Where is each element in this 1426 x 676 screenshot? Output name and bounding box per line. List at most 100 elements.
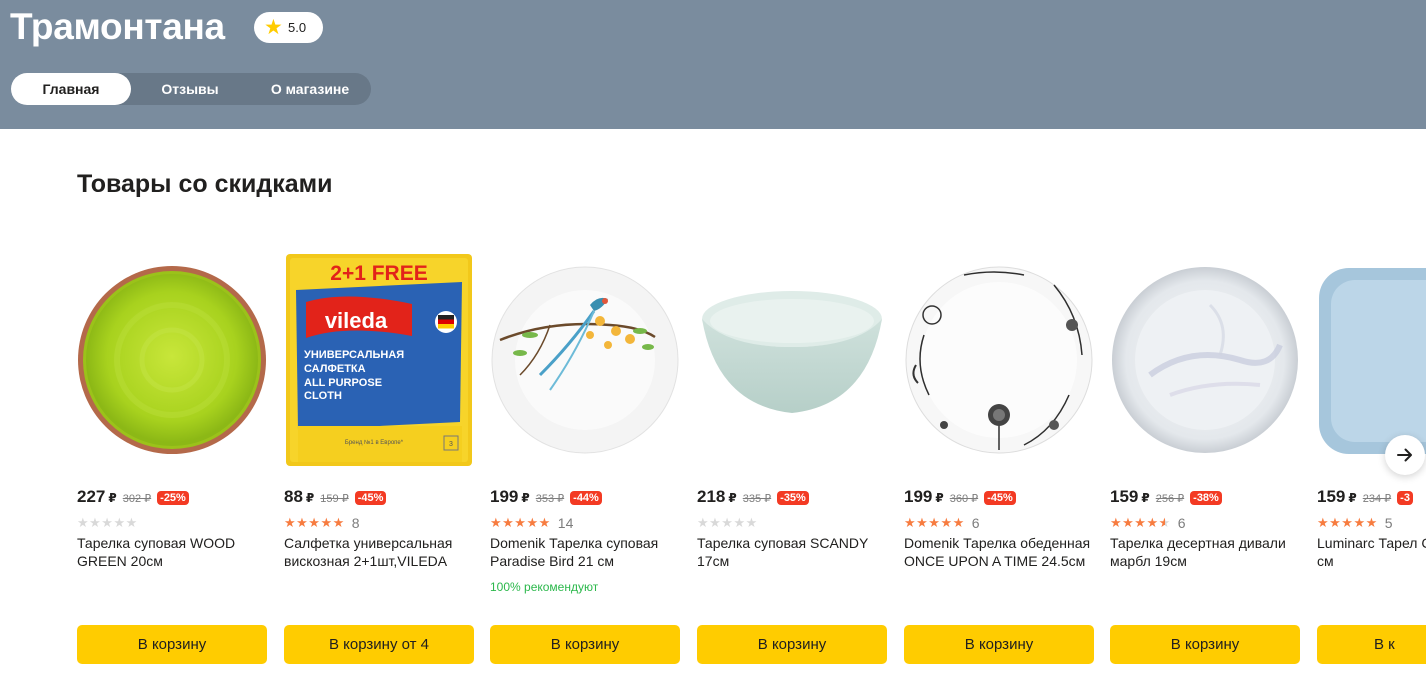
promo-text: 2+1 FREE [330,262,427,285]
product-name[interactable]: Тарелка суповая WOOD GREEN 20см [77,534,267,570]
price-row: 199 ₽ 353 ₽ -44% [490,487,602,507]
product-image[interactable] [904,250,1094,470]
add-to-cart-button[interactable]: В корзину [697,625,887,664]
price: 218 ₽ [697,487,737,506]
recommend-label: 100% рекомендуют [490,580,599,594]
rating-stars: ★★★★★ [1110,515,1171,530]
add-to-cart-button[interactable]: В корзину [904,625,1094,664]
rating-row: ★★★★★ [697,515,758,531]
product-name[interactable]: Luminarc Тарел Carine 21x21 см [1317,534,1426,570]
review-count[interactable]: 6 [1178,515,1186,531]
rating-row: ★★★★★ [77,515,138,531]
price-row: 159 ₽ 234 ₽ -3 [1317,487,1413,507]
old-price: 234 ₽ [1362,493,1392,505]
pack-footer: Бренд №1 в Европе* [345,439,404,446]
product-name[interactable]: Тарелка десертная дивали марбл 19см [1110,534,1300,570]
discount-badge: -44% [570,491,602,505]
pack-count: 3 [449,441,453,448]
discount-badge: -35% [777,491,809,505]
page: Трамонтана ★ 5.0 Главная Отзывы О магази… [0,0,1426,676]
product-name[interactable]: Тарелка суповая SCANDY 17см [697,534,887,570]
old-price: 335 ₽ [742,493,772,505]
old-price: 302 ₽ [122,493,152,505]
discount-badge: -45% [354,491,387,505]
rating-row: ★★★★★ 8 [284,515,360,531]
shop-name[interactable]: Трамонтана [10,6,225,48]
review-count[interactable]: 8 [352,515,360,531]
product-card: 199 ₽ 360 ₽ -45% ★★★★★ 6 Domenik Тарелка … [904,250,1094,664]
product-name[interactable]: Domenik Тарелка суповая Paradise Bird 21… [490,534,680,570]
rating-row: ★★★★★ 6 [1110,515,1186,531]
marble-plate-image [1112,267,1298,453]
rating-stars: ★★★★★ [284,515,345,530]
pack-line1: УНИВЕРСАЛЬНАЯ [304,349,404,361]
product-name[interactable]: Салфетка универсальная вискозная 2+1шт,V… [284,534,474,570]
review-count[interactable]: 14 [558,515,574,531]
section-title: Товары со скидками [77,170,333,198]
price: 88 ₽ [284,487,315,506]
product-image[interactable] [697,250,887,470]
rating-stars: ★★★★★ [904,515,965,530]
product-card: 227 ₽ 302 ₽ -25% ★★★★★ Тарелка суповая WO… [77,250,267,664]
price: 227 ₽ [77,487,117,506]
tab-main[interactable]: Главная [11,73,131,105]
mint-bowl-image [702,291,882,413]
tab-about[interactable]: О магазине [249,73,371,105]
price: 199 ₽ [490,487,530,506]
price-row: 227 ₽ 302 ₽ -25% [77,487,189,507]
green-bowl-image [78,266,266,454]
add-to-cart-button[interactable]: В к [1317,625,1426,664]
floral-plate-image [905,266,1093,454]
product-image[interactable]: 2+1 FREE vileda УНИВЕРСАЛЬНАЯ САЛФЕТКА A… [284,250,474,470]
rating-stars: ★★★★★ [697,515,758,530]
rating-row: ★★★★★ 5 [1317,515,1393,531]
rating-stars: ★★★★★ [490,515,551,530]
pack-line4: CLOTH [304,390,342,402]
add-to-cart-button[interactable]: В корзину [1110,625,1300,664]
old-price: 353 ₽ [535,493,565,505]
product-card: 199 ₽ 353 ₽ -44% ★★★★★ 14 Domenik Тарелка… [490,250,680,664]
star-icon: ★ [264,16,283,39]
rating-row: ★★★★★ 6 [904,515,980,531]
price-row: 159 ₽ 256 ₽ -38% [1110,487,1222,507]
discount-badge: -38% [1190,491,1222,505]
price-row: 199 ₽ 360 ₽ -45% [904,487,1016,507]
rating-row: ★★★★★ 14 [490,515,573,531]
review-count[interactable]: 6 [972,515,980,531]
shop-tabs: Главная Отзывы О магазине [11,73,371,105]
add-to-cart-button[interactable]: В корзину [77,625,267,664]
old-price: 360 ₽ [949,493,979,505]
old-price: 256 ₽ [1155,493,1185,505]
add-to-cart-button[interactable]: В корзину [490,625,680,664]
add-to-cart-button[interactable]: В корзину от 4 [284,625,474,664]
rating-stars: ★★★★★ [1317,515,1378,530]
price-row: 218 ₽ 335 ₽ -35% [697,487,809,507]
shop-rating-badge[interactable]: ★ 5.0 [254,12,323,43]
product-card: 2+1 FREE vileda УНИВЕРСАЛЬНАЯ САЛФЕТКА A… [284,250,474,664]
blue-square-plate-image [1319,268,1426,454]
rating-stars: ★★★★★ [77,515,138,530]
product-card: 218 ₽ 335 ₽ -35% ★★★★★ Тарелка суповая SC… [697,250,887,664]
bird-plate-image [491,266,679,454]
brand-text: vileda [325,308,388,333]
discount-badge: -25% [157,491,189,505]
pack-line2: САЛФЕТКА [304,363,366,375]
discount-badge: -3 [1397,491,1413,505]
product-image[interactable] [490,250,680,470]
price: 159 ₽ [1317,487,1357,506]
review-count[interactable]: 5 [1385,515,1393,531]
discount-badge: -45% [984,491,1016,505]
old-price: 159 ₽ [320,493,349,505]
tab-reviews[interactable]: Отзывы [131,73,249,105]
product-name[interactable]: Domenik Тарелка обеденная ONCE UPON A TI… [904,534,1094,570]
price-row: 88 ₽ 159 ₽ -45% [284,487,387,507]
product-image[interactable] [77,250,267,470]
shop-rating-value: 5.0 [288,20,307,35]
product-image[interactable] [1110,250,1300,470]
pack-line3: ALL PURPOSE [304,377,382,389]
arrow-right-icon [1397,448,1412,462]
vileda-pack-image: 2+1 FREE vileda УНИВЕРСАЛЬНАЯ САЛФЕТКА A… [286,254,472,466]
price: 199 ₽ [904,487,944,506]
price: 159 ₽ [1110,487,1150,506]
carousel-next-button[interactable] [1385,435,1425,475]
